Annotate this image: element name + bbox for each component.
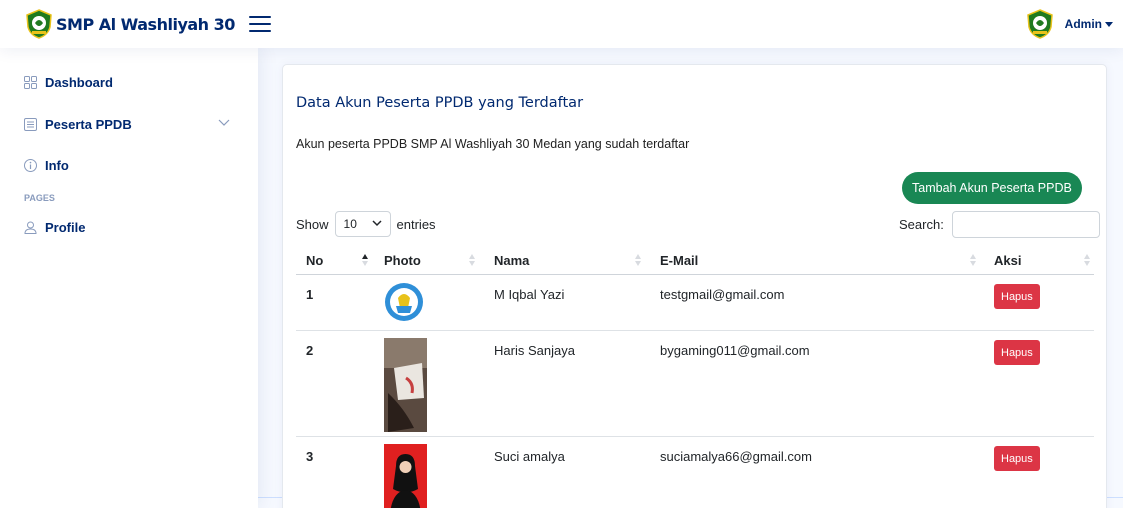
sidebar-item-peserta-ppdb[interactable]: Peserta PPDB: [24, 117, 132, 132]
chevron-down-icon[interactable]: [218, 119, 230, 127]
entries-length-control: Show 10 entries: [296, 211, 436, 237]
cell-nama: Suci amalya: [494, 449, 565, 464]
cell-email: bygaming011@gmail.com: [660, 343, 810, 358]
main-card: Data Akun Peserta PPDB yang Terdaftar Ak…: [282, 64, 1107, 508]
table-row: 3 Suci amalya suciamalya66@gmail.com Hap…: [296, 437, 1094, 508]
card-title: Data Akun Peserta PPDB yang Terdaftar: [296, 95, 584, 111]
sidebar-item-label: Profile: [45, 220, 86, 235]
cell-no: 3: [306, 449, 314, 464]
menu-button-icon: [24, 118, 37, 131]
school-logo-icon: [385, 283, 423, 321]
sidebar-item-info[interactable]: Info: [24, 158, 69, 173]
cell-email: testgmail@gmail.com: [660, 287, 785, 302]
sidebar: Dashboard Peserta PPDB Info PAGES Profil…: [0, 48, 258, 508]
sidebar-toggle-icon[interactable]: [248, 16, 271, 32]
entries-select[interactable]: 10: [334, 211, 391, 237]
sidebar-item-label: Peserta PPDB: [45, 117, 132, 132]
column-header-nama[interactable]: Nama: [494, 253, 529, 268]
cell-nama: M Iqbal Yazi: [494, 287, 565, 302]
delete-button[interactable]: Hapus: [994, 446, 1040, 471]
sidebar-item-label: Dashboard: [45, 75, 113, 90]
cell-nama: Haris Sanjaya: [494, 343, 575, 358]
top-header: SMP Al Washliyah 30 Admin: [0, 0, 1123, 48]
column-header-no[interactable]: No: [306, 253, 323, 268]
profile-dropdown[interactable]: Admin: [1025, 9, 1113, 39]
brand-name: SMP Al Washliyah 30: [56, 14, 235, 34]
caret-down-icon: [1105, 21, 1113, 27]
school-emblem-icon: [26, 9, 52, 39]
add-account-button[interactable]: Tambah Akun Peserta PPDB: [902, 172, 1082, 204]
delete-button[interactable]: Hapus: [994, 340, 1040, 365]
logo[interactable]: SMP Al Washliyah 30: [0, 9, 235, 39]
sort-icon: [469, 254, 475, 266]
sort-asc-icon: [362, 254, 368, 266]
info-circle-icon: [24, 159, 37, 172]
sort-icon: [970, 254, 976, 266]
person-icon: [24, 221, 37, 234]
entries-value: 10: [343, 217, 357, 231]
search-control: Search:: [899, 211, 1100, 238]
sort-icon: [1084, 254, 1090, 266]
column-header-photo[interactable]: Photo: [384, 253, 421, 268]
sort-icon: [635, 254, 641, 266]
card-description: Akun peserta PPDB SMP Al Washliyah 30 Me…: [296, 137, 690, 151]
student-photo: [384, 338, 427, 432]
show-label: Show: [296, 216, 329, 232]
avatar: [1026, 9, 1053, 39]
entries-label: entries: [396, 216, 436, 232]
search-input[interactable]: [951, 211, 1100, 238]
column-header-email[interactable]: E-Mail: [660, 253, 698, 268]
table-header-row: No Photo Nama E-Mail Aksi: [296, 245, 1094, 275]
cell-no: 1: [306, 287, 314, 302]
chevron-down-icon: [372, 220, 382, 227]
delete-button[interactable]: Hapus: [994, 284, 1040, 309]
cell-email: suciamalya66@gmail.com: [660, 449, 812, 464]
sidebar-item-label: Info: [45, 158, 69, 173]
accounts-table: No Photo Nama E-Mail Aksi 1 M Iqbal Yazi…: [296, 245, 1094, 508]
grid-icon: [24, 76, 37, 89]
sidebar-item-profile[interactable]: Profile: [24, 220, 85, 235]
search-label: Search:: [899, 217, 944, 232]
profile-name: Admin: [1064, 17, 1102, 31]
sidebar-section-heading: PAGES: [24, 193, 55, 203]
cell-no: 2: [306, 343, 314, 358]
column-header-aksi[interactable]: Aksi: [994, 253, 1021, 268]
table-row: 1 M Iqbal Yazi testgmail@gmail.com Hapus: [296, 275, 1094, 331]
student-photo: [384, 444, 427, 508]
sidebar-item-dashboard[interactable]: Dashboard: [24, 75, 113, 90]
table-row: 2 Haris Sanjaya bygaming011@gmail.com Ha…: [296, 331, 1094, 437]
